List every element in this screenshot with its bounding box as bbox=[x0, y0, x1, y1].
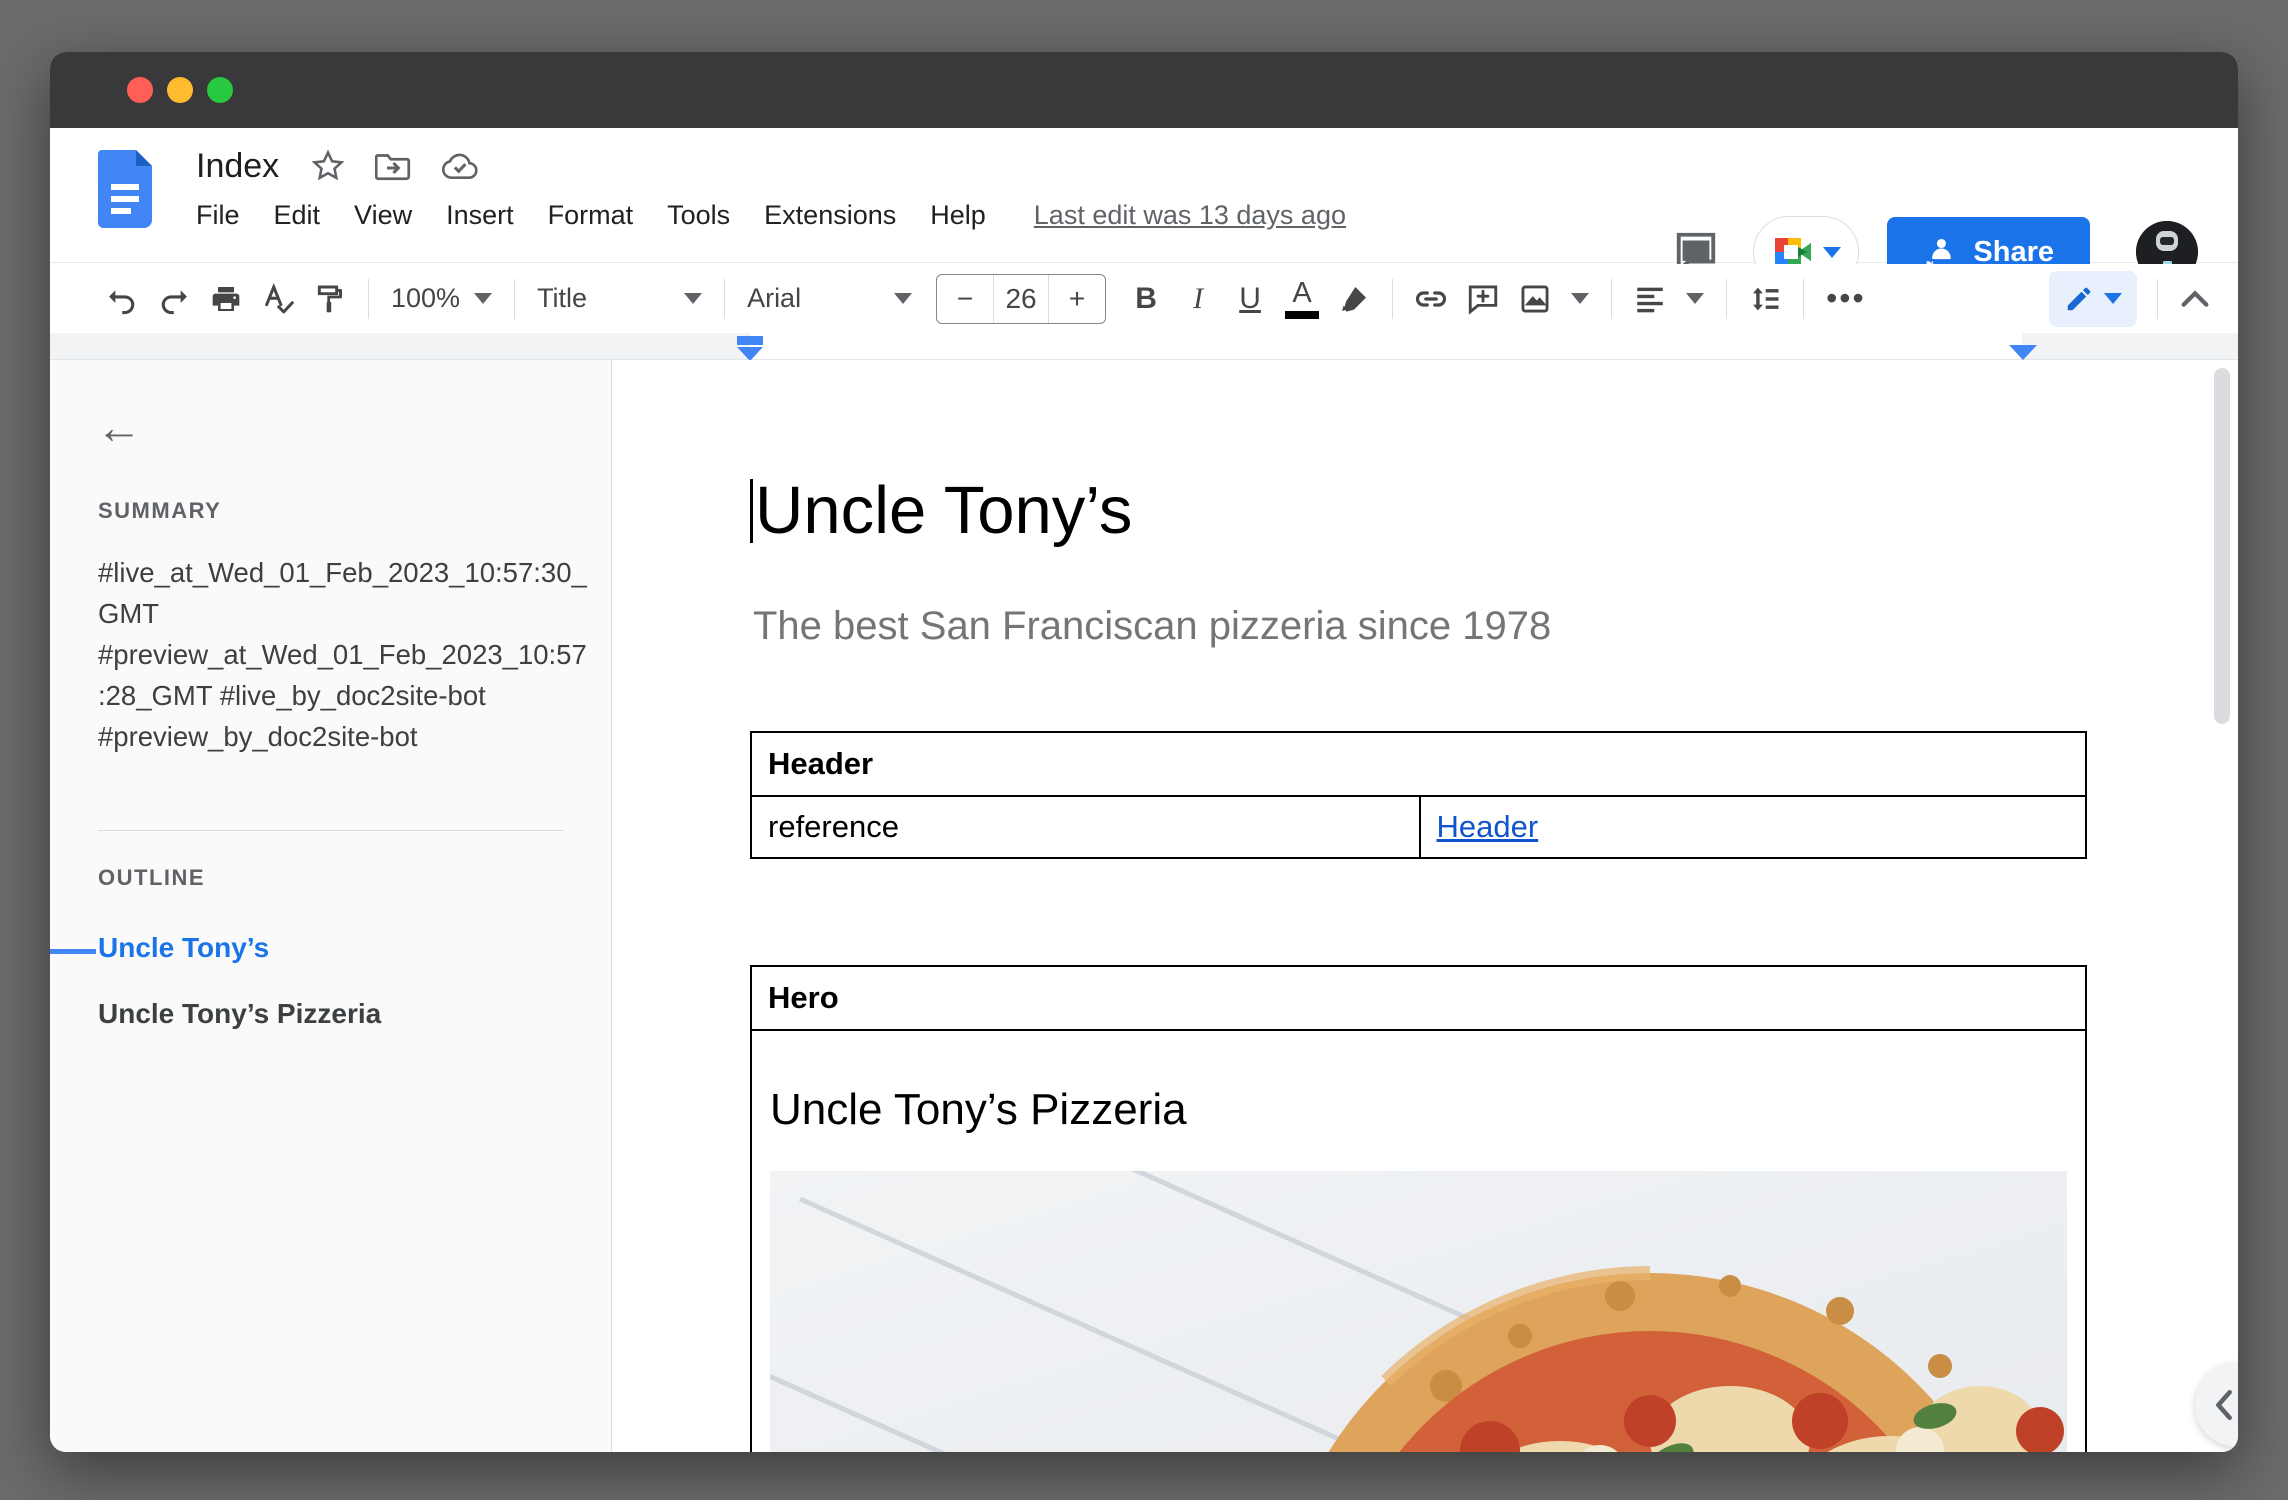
menu-file[interactable]: File bbox=[196, 200, 240, 231]
increase-font-size-button[interactable]: + bbox=[1049, 275, 1105, 323]
menu-edit[interactable]: Edit bbox=[274, 200, 321, 231]
underline-button[interactable]: U bbox=[1224, 273, 1276, 325]
minimize-window-button[interactable] bbox=[167, 77, 193, 103]
document-ruler bbox=[50, 333, 2238, 360]
spell-check-icon[interactable] bbox=[252, 273, 304, 325]
text-color-swatch bbox=[1285, 311, 1319, 319]
header-reference-link[interactable]: Header bbox=[1437, 809, 1539, 844]
vertical-scrollbar-thumb[interactable] bbox=[2214, 368, 2230, 724]
meet-dropdown-caret bbox=[1823, 247, 1841, 258]
decrease-font-size-button[interactable]: − bbox=[937, 275, 993, 323]
close-window-button[interactable] bbox=[127, 77, 153, 103]
header-table-title: Header bbox=[752, 746, 873, 782]
header-section-table[interactable]: Header reference Header bbox=[750, 731, 2087, 859]
line-spacing-icon[interactable] bbox=[1739, 273, 1791, 325]
undo-icon[interactable] bbox=[96, 273, 148, 325]
menu-insert[interactable]: Insert bbox=[446, 200, 514, 231]
hero-table-title: Hero bbox=[752, 980, 839, 1016]
menu-format[interactable]: Format bbox=[548, 200, 634, 231]
italic-button[interactable]: I bbox=[1172, 273, 1224, 325]
cloud-saved-icon[interactable] bbox=[441, 151, 479, 181]
paragraph-style-select[interactable]: Title bbox=[527, 283, 712, 314]
menu-tools[interactable]: Tools bbox=[667, 200, 730, 231]
google-docs-logo-icon[interactable] bbox=[98, 150, 152, 228]
right-indent-marker[interactable] bbox=[2009, 345, 2037, 360]
sidebar-divider bbox=[98, 830, 564, 831]
zoom-window-button[interactable] bbox=[207, 77, 233, 103]
outline-label: OUTLINE bbox=[98, 865, 205, 891]
summary-label: SUMMARY bbox=[98, 498, 221, 524]
menu-extensions[interactable]: Extensions bbox=[764, 200, 896, 231]
align-icon[interactable] bbox=[1624, 273, 1676, 325]
star-icon[interactable] bbox=[311, 149, 345, 183]
summary-outline-sidebar: ← SUMMARY #live_at_Wed_01_Feb_2023_10:57… bbox=[50, 360, 612, 1452]
move-to-folder-icon[interactable] bbox=[375, 150, 411, 182]
chevron-down-icon bbox=[684, 293, 702, 304]
document-page[interactable]: Uncle Tony’s The best San Franciscan piz… bbox=[612, 360, 2238, 1452]
back-arrow-icon[interactable]: ← bbox=[96, 404, 142, 450]
pizza-image[interactable] bbox=[770, 1171, 2067, 1452]
window-titlebar bbox=[50, 52, 2238, 128]
redo-icon[interactable] bbox=[148, 273, 200, 325]
docs-header: Index bbox=[50, 128, 2238, 263]
font-value: Arial bbox=[747, 283, 801, 314]
add-comment-icon[interactable] bbox=[1457, 273, 1509, 325]
menu-help[interactable]: Help bbox=[930, 200, 986, 231]
editing-mode-caret bbox=[2104, 293, 2122, 304]
image-dropdown-caret[interactable] bbox=[1571, 293, 1589, 304]
document-title[interactable]: Index bbox=[196, 147, 279, 186]
outline-item-uncle-tonys-pizzeria[interactable]: Uncle Tony’s Pizzeria bbox=[98, 998, 381, 1030]
insert-image-icon[interactable] bbox=[1509, 273, 1561, 325]
zoom-value: 100% bbox=[391, 283, 460, 314]
reference-cell: reference bbox=[752, 809, 899, 845]
text-color-button[interactable]: A bbox=[1276, 273, 1328, 325]
print-icon[interactable] bbox=[200, 273, 252, 325]
hero-section-table[interactable]: Hero Uncle Tony’s Pizzeria bbox=[750, 965, 2087, 1452]
app-window: Index bbox=[50, 52, 2238, 1452]
doc-title-heading[interactable]: Uncle Tony’s bbox=[750, 472, 1132, 549]
chevron-left-icon bbox=[2211, 1388, 2237, 1422]
text-color-letter: A bbox=[1292, 278, 1311, 308]
chevron-down-icon bbox=[894, 293, 912, 304]
chevron-down-icon bbox=[474, 293, 492, 304]
editing-mode-button[interactable] bbox=[2049, 271, 2137, 327]
active-heading-indicator bbox=[50, 949, 96, 954]
font-size-stepper: − 26 + bbox=[936, 274, 1106, 324]
formatting-toolbar: 100% Title Arial − 26 + B I U A bbox=[50, 264, 2238, 333]
hero-heading: Uncle Tony’s Pizzeria bbox=[770, 1085, 2085, 1135]
pencil-icon bbox=[2064, 284, 2094, 314]
font-size-value[interactable]: 26 bbox=[993, 275, 1049, 323]
zoom-select[interactable]: 100% bbox=[381, 283, 502, 314]
align-dropdown-caret[interactable] bbox=[1686, 293, 1704, 304]
paint-format-icon[interactable] bbox=[304, 273, 356, 325]
outline-item-uncle-tonys[interactable]: Uncle Tony’s bbox=[98, 932, 269, 964]
style-value: Title bbox=[537, 283, 587, 314]
menu-bar: File Edit View Insert Format Tools Exten… bbox=[196, 200, 1346, 231]
left-indent-marker[interactable] bbox=[737, 336, 763, 361]
collapse-toolbar-icon[interactable] bbox=[2178, 287, 2212, 311]
summary-text: #live_at_Wed_01_Feb_2023_10:57:30_GMT #p… bbox=[98, 552, 594, 757]
highlight-color-icon[interactable] bbox=[1328, 273, 1380, 325]
doc-subtitle[interactable]: The best San Franciscan pizzeria since 1… bbox=[753, 604, 1551, 649]
more-toolbar-options[interactable]: ••• bbox=[1816, 280, 1876, 317]
insert-link-icon[interactable] bbox=[1405, 273, 1457, 325]
menu-view[interactable]: View bbox=[354, 200, 412, 231]
bold-button[interactable]: B bbox=[1120, 273, 1172, 325]
last-edit-link[interactable]: Last edit was 13 days ago bbox=[1034, 200, 1346, 231]
text-cursor bbox=[750, 479, 753, 543]
font-family-select[interactable]: Arial bbox=[737, 283, 922, 314]
